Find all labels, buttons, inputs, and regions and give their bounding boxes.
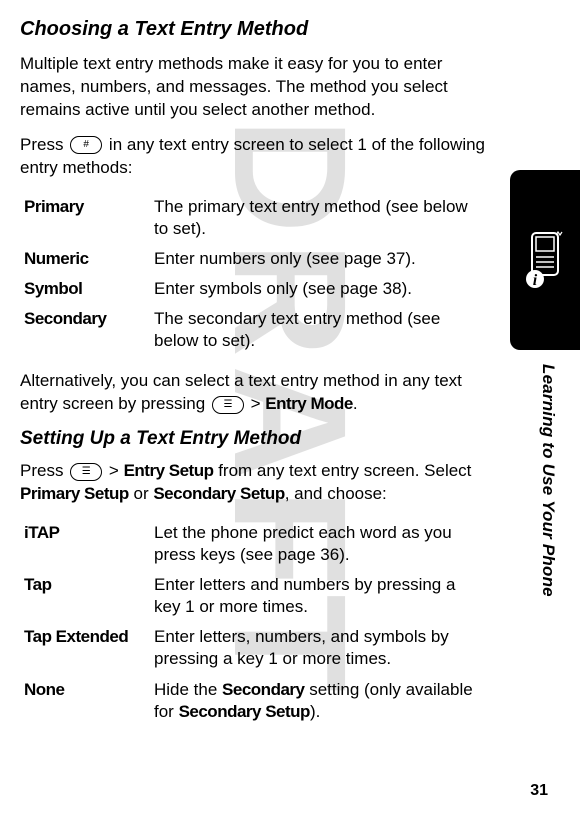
method-desc: Enter numbers only (see page 37). [154,244,494,274]
intro-paragraph: Multiple text entry methods make it easy… [20,53,490,122]
option-desc-none: Hide the Secondary setting (only availab… [154,675,494,727]
heading-setting-up: Setting Up a Text Entry Method [20,428,490,450]
secondary-setup-label: Secondary Setup [153,484,284,503]
option-desc: Let the phone predict each word as you p… [154,518,494,570]
none-p3: ). [310,702,320,721]
method-desc: The secondary text entry method (see bel… [154,304,494,356]
page-number: 31 [530,782,548,800]
table-row: Tap Extended Enter letters, numbers, and… [24,622,494,674]
menu-key-icon: ☰ [212,396,244,414]
table-row: Symbol Enter symbols only (see page 38). [24,274,494,304]
setup-paragraph: Press ☰ > Entry Setup from any text entr… [20,460,490,506]
heading-choosing: Choosing a Text Entry Method [20,18,490,41]
option-label-none: None [24,675,154,727]
method-label-primary: Primary [24,192,154,244]
option-label-tap-extended: Tap Extended [24,622,154,674]
alt-period: . [353,394,358,413]
table-row: Tap Enter letters and numbers by pressin… [24,570,494,622]
method-desc: Enter symbols only (see page 38). [154,274,494,304]
alternative-paragraph: Alternatively, you can select a text ent… [20,370,490,416]
secondary-setup-inline: Secondary Setup [179,702,310,721]
setup-options-table: iTAP Let the phone predict each word as … [24,518,494,727]
setup-mid: from any text entry screen. Select [213,461,471,480]
entry-mode-label: Entry Mode [265,394,353,413]
setup-prefix: Press [20,461,68,480]
option-label-tap: Tap [24,570,154,622]
method-label-numeric: Numeric [24,244,154,274]
hash-key-icon: # [70,136,102,154]
press-prefix: Press [20,135,68,154]
menu-key-icon: ☰ [70,463,102,481]
entry-methods-table: Primary The primary text entry method (s… [24,192,494,357]
setup-end: , and choose: [285,484,387,503]
setup-gt: > [104,461,123,480]
table-row: Numeric Enter numbers only (see page 37)… [24,244,494,274]
none-p1: Hide the [154,680,222,699]
primary-setup-label: Primary Setup [20,484,129,503]
setup-or: or [129,484,154,503]
method-label-secondary: Secondary [24,304,154,356]
entry-setup-label: Entry Setup [124,461,214,480]
option-desc: Enter letters and numbers by pressing a … [154,570,494,622]
method-label-symbol: Symbol [24,274,154,304]
option-label-itap: iTAP [24,518,154,570]
table-row: Secondary The secondary text entry metho… [24,304,494,356]
table-row: Primary The primary text entry method (s… [24,192,494,244]
table-row: iTAP Let the phone predict each word as … [24,518,494,570]
table-row: None Hide the Secondary setting (only av… [24,675,494,727]
alt-gt: > [246,394,265,413]
secondary-inline: Secondary [222,680,304,699]
option-desc: Enter letters, numbers, and symbols by p… [154,622,494,674]
press-instruction: Press # in any text entry screen to sele… [20,134,490,180]
page-content: Choosing a Text Entry Method Multiple te… [0,0,580,761]
method-desc: The primary text entry method (see below… [154,192,494,244]
